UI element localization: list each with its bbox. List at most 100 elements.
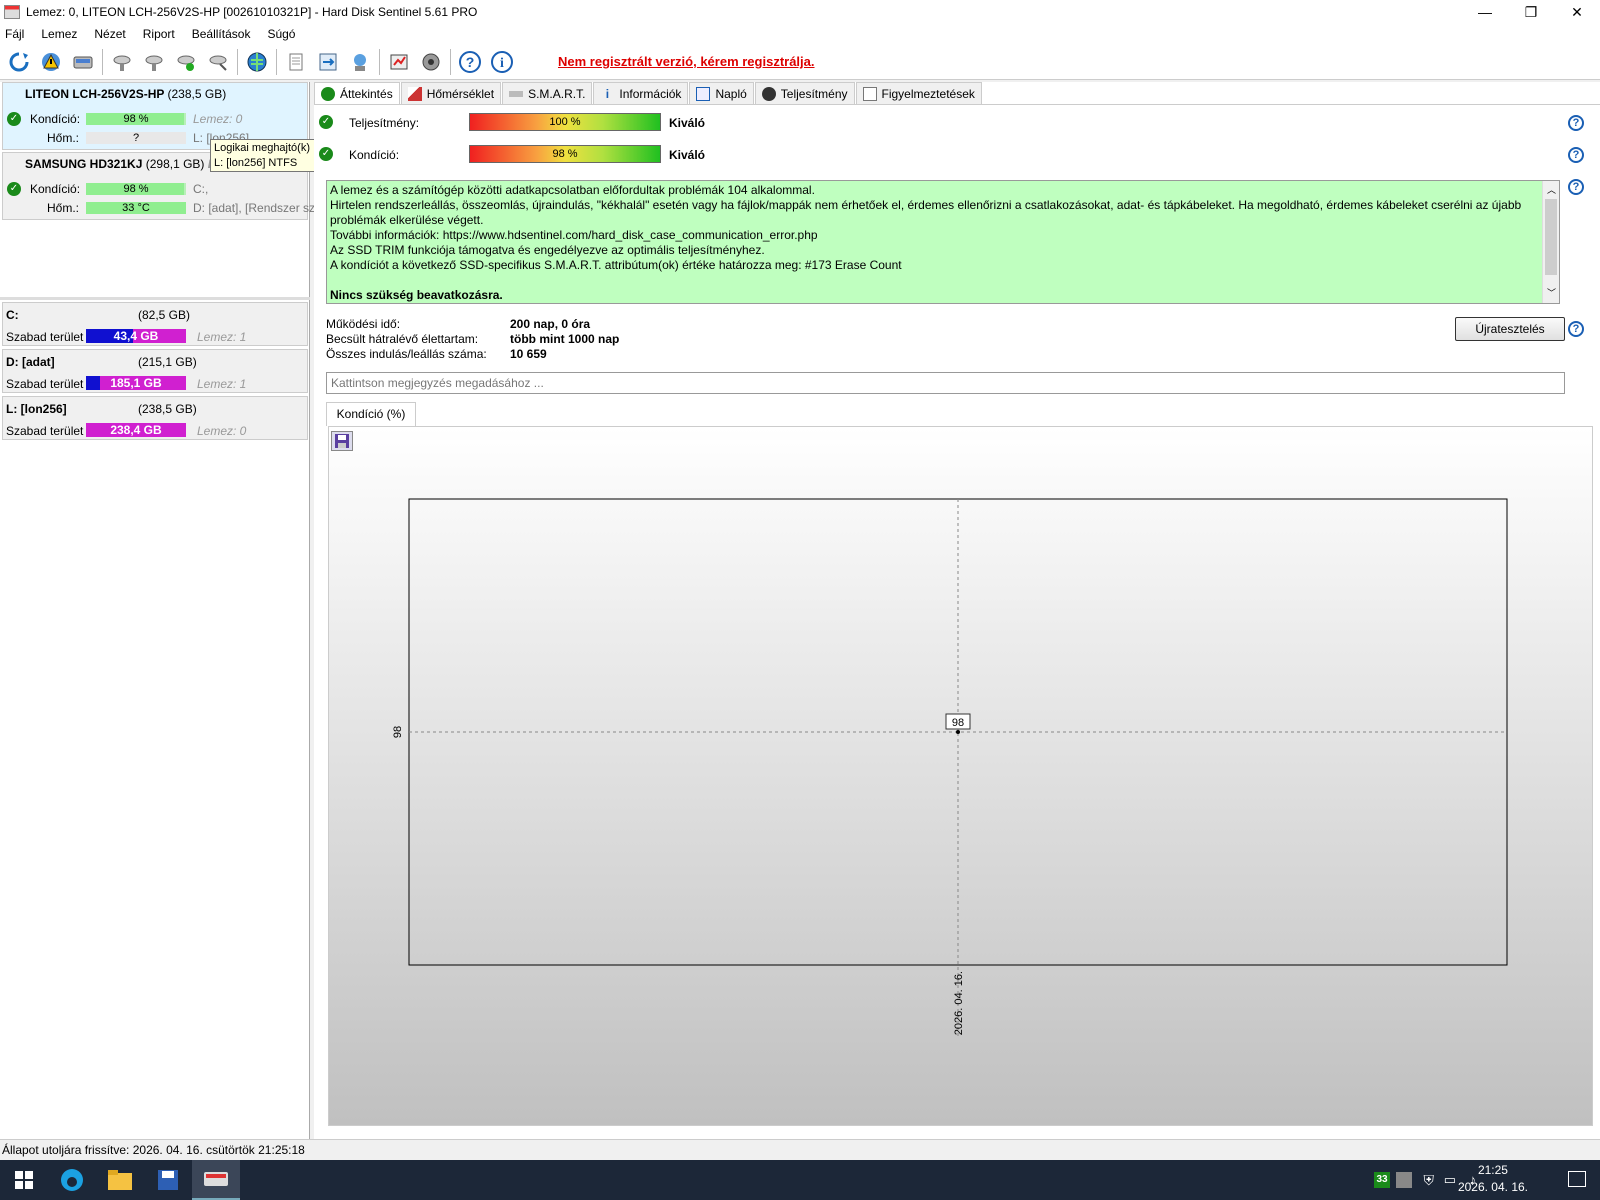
help-icon[interactable]: ? bbox=[1568, 147, 1584, 163]
message-link[interactable]: További információk: https://www.hdsenti… bbox=[330, 228, 1556, 243]
network-tray-icon[interactable]: ▭ bbox=[1444, 1172, 1456, 1188]
alerts-icon bbox=[862, 86, 877, 101]
check-icon: ✓ bbox=[7, 182, 21, 196]
volume-size: (82,5 GB) bbox=[138, 308, 191, 322]
splitter[interactable] bbox=[0, 297, 310, 300]
tab-condition-chart[interactable]: Kondíció (%) bbox=[326, 402, 416, 426]
left-panel: LITEON LCH-256V2S-HP (238,5 GB) ✓ Kondíc… bbox=[0, 82, 315, 1139]
condition-label: Kondíció: bbox=[349, 148, 400, 162]
free-space-label: Szabad terület bbox=[6, 377, 84, 391]
app-icon bbox=[4, 5, 20, 19]
clock[interactable]: 21:25 2026. 04. 16. bbox=[1458, 1162, 1528, 1196]
warning-icon[interactable] bbox=[38, 49, 64, 75]
tab-performance[interactable]: Teljesítmény bbox=[754, 82, 855, 104]
retest-button[interactable]: Újratesztelés bbox=[1455, 317, 1565, 341]
notification-icon[interactable] bbox=[1568, 1171, 1586, 1187]
uptime-label: Működési idő: bbox=[326, 317, 401, 331]
menu-file[interactable]: Fájl bbox=[5, 27, 24, 41]
log-icon bbox=[696, 86, 711, 101]
globe-icon[interactable] bbox=[244, 49, 270, 75]
start-button[interactable] bbox=[0, 1160, 48, 1200]
tray-hdsentinel-icon[interactable]: 33 bbox=[1374, 1172, 1390, 1188]
document-icon[interactable] bbox=[283, 49, 309, 75]
message-line: A lemez és a számítógép közötti adatkapc… bbox=[330, 183, 815, 197]
menu-report[interactable]: Riport bbox=[143, 27, 175, 41]
tab-alerts[interactable]: Figyelmeztetések bbox=[855, 82, 982, 104]
y-tick-label: 98 bbox=[392, 726, 404, 738]
file-explorer-icon[interactable] bbox=[96, 1160, 144, 1200]
clock-time: 21:25 bbox=[1477, 1163, 1508, 1177]
disk-index: Lemez: 0 bbox=[193, 112, 243, 126]
network-icon[interactable] bbox=[347, 49, 373, 75]
condition-chart: 98 98 2026. 04. 16. bbox=[392, 498, 1508, 1037]
maximize-button[interactable]: ❐ bbox=[1508, 0, 1554, 24]
close-button[interactable]: ✕ bbox=[1554, 0, 1600, 24]
starts-label: Összes indulás/leállás száma: bbox=[326, 347, 487, 361]
shield-icon[interactable]: ⛨ bbox=[1424, 1172, 1435, 1189]
volume-l[interactable]: L: [lon256] (238,5 GB) Szabad terület 23… bbox=[2, 396, 308, 440]
toolbar-separator bbox=[276, 48, 277, 75]
free-space-bar: 238,4 GB bbox=[86, 423, 186, 437]
tab-bar: Áttekintés Hőmérséklet S.M.A.R.T. i Infor… bbox=[314, 82, 983, 105]
menu-help[interactable]: Súgó bbox=[267, 27, 295, 41]
volume-c[interactable]: C: (82,5 GB) Szabad terület 43,4 GB Leme… bbox=[2, 302, 308, 346]
report-icon[interactable] bbox=[386, 49, 412, 75]
temperature-label: Hőm.: bbox=[47, 131, 80, 145]
edge-icon[interactable] bbox=[48, 1160, 96, 1200]
disk-name: SAMSUNG HD321KJ (298,1 GB) Le bbox=[25, 157, 222, 171]
tooltip: Logikai meghajtó(k) L: [lon256] NTFS bbox=[210, 139, 322, 172]
disk-ok-icon[interactable] bbox=[173, 49, 199, 75]
disk-icon[interactable] bbox=[70, 49, 96, 75]
check-icon: ✓ bbox=[319, 147, 333, 161]
disk-icon bbox=[509, 90, 524, 97]
menu-view[interactable]: Nézet bbox=[94, 27, 125, 41]
tooltip-text: L: [lon256] NTFS bbox=[214, 157, 298, 169]
tab-smart[interactable]: S.M.A.R.T. bbox=[502, 82, 593, 104]
help-icon[interactable]: ? bbox=[1568, 115, 1584, 131]
tab-information[interactable]: i Információk bbox=[593, 82, 689, 104]
svg-text:i: i bbox=[500, 56, 504, 71]
speaker-icon[interactable] bbox=[418, 49, 444, 75]
transfer-icon[interactable] bbox=[315, 49, 341, 75]
disk-test-icon[interactable] bbox=[109, 49, 135, 75]
help-icon[interactable]: ? bbox=[1568, 179, 1584, 195]
title-bar: Lemez: 0, LITEON LCH-256V2S-HP [00261010… bbox=[0, 0, 1600, 24]
free-space-label: Szabad terület bbox=[6, 424, 84, 438]
note-input[interactable]: Kattintson megjegyzés megadásához ... bbox=[326, 372, 1565, 394]
status-message-box: A lemez és a számítógép közötti adatkapc… bbox=[326, 180, 1560, 304]
check-icon bbox=[321, 87, 335, 101]
volume-size: (215,1 GB) bbox=[138, 355, 197, 369]
performance-bar: 100 % bbox=[469, 113, 661, 131]
scrollbar[interactable]: ︿ ﹀ bbox=[1542, 181, 1559, 303]
volume-name: D: [adat] bbox=[6, 355, 55, 369]
taskbar: 33 ⛨ ▭ ♪ 21:25 2026. 04. 16. bbox=[0, 1160, 1600, 1200]
svg-text:?: ? bbox=[466, 54, 475, 70]
volume-size: (238,5 GB) bbox=[138, 402, 197, 416]
hdsentinel-taskbar-icon[interactable] bbox=[192, 1160, 240, 1200]
disk-name: LITEON LCH-256V2S-HP (238,5 GB) bbox=[25, 87, 227, 101]
performance-label: Teljesítmény: bbox=[349, 116, 420, 130]
registration-link[interactable]: Nem regisztrált verzió, kérem regisztrál… bbox=[558, 54, 815, 69]
save-app-icon[interactable] bbox=[144, 1160, 192, 1200]
tab-temperature[interactable]: Hőmérséklet bbox=[400, 82, 502, 104]
tab-log[interactable]: Napló bbox=[689, 82, 754, 104]
menu-disk[interactable]: Lemez bbox=[41, 27, 77, 41]
help-icon[interactable]: ? bbox=[457, 49, 483, 75]
tray-icon[interactable] bbox=[1396, 1172, 1412, 1188]
refresh-icon[interactable] bbox=[6, 49, 32, 75]
lifetime-label: Becsült hátralévő élettartam: bbox=[326, 332, 479, 346]
temperature-bar: ? bbox=[86, 132, 186, 144]
help-icon[interactable]: ? bbox=[1568, 321, 1584, 337]
volume-disk: Lemez: 1 bbox=[197, 330, 247, 344]
menu-settings[interactable]: Beállítások bbox=[192, 27, 251, 41]
condition-bar: 98 % bbox=[469, 145, 661, 163]
minimize-button[interactable]: — bbox=[1462, 0, 1508, 24]
disk-test2-icon[interactable] bbox=[141, 49, 167, 75]
lifetime-value: több mint 1000 nap bbox=[510, 332, 620, 346]
volume-d[interactable]: D: [adat] (215,1 GB) Szabad terület 185,… bbox=[2, 349, 308, 393]
info-icon[interactable]: i bbox=[489, 49, 515, 75]
tab-overview[interactable]: Áttekintés bbox=[314, 82, 400, 105]
disk-search-icon[interactable] bbox=[205, 49, 231, 75]
toolbar-separator bbox=[450, 48, 451, 75]
condition-bar: 98 % bbox=[86, 113, 186, 125]
